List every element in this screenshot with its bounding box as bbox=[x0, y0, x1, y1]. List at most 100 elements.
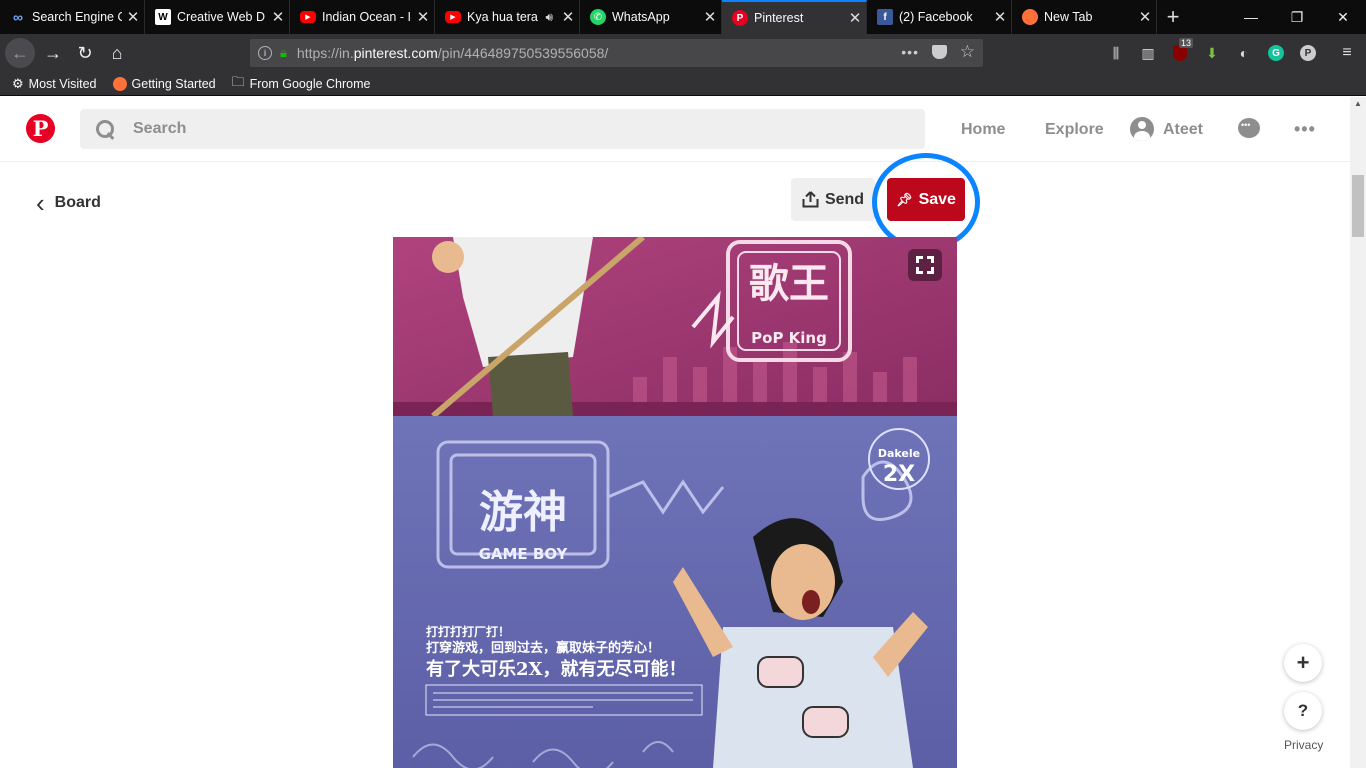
firefox-icon bbox=[1022, 9, 1038, 25]
tab-kya-hua-tera[interactable]: ▶ Kya hua tera 🔊︎ ✕ bbox=[435, 0, 580, 34]
corner bbox=[927, 256, 934, 263]
send-button[interactable]: Send bbox=[791, 178, 875, 221]
lock-icon[interactable]: 🔒︎ bbox=[280, 45, 287, 61]
corner bbox=[916, 267, 923, 274]
gear-icon: ⚙ bbox=[12, 75, 24, 91]
facebook-icon: f bbox=[877, 9, 893, 25]
new-tab-button[interactable]: + bbox=[1158, 0, 1188, 34]
chat-icon[interactable] bbox=[1238, 118, 1260, 138]
tab-new-tab[interactable]: New Tab ✕ bbox=[1012, 0, 1157, 34]
tab-pinterest[interactable]: P Pinterest ✕ bbox=[722, 0, 867, 34]
url-bar[interactable]: i 🔒︎ https://in.pinterest.com/pin/446489… bbox=[250, 39, 983, 67]
youtube-icon: ▶ bbox=[445, 11, 461, 23]
share-icon bbox=[802, 191, 819, 208]
search-input[interactable] bbox=[133, 120, 833, 138]
menu-icon[interactable]: ≡ bbox=[1337, 43, 1357, 63]
firefox-icon bbox=[112, 76, 127, 91]
bookmark-getting-started[interactable]: Getting Started bbox=[112, 76, 216, 91]
bookmark-label: Getting Started bbox=[131, 76, 216, 91]
privacy-link[interactable]: Privacy bbox=[1284, 738, 1323, 752]
close-icon[interactable]: ✕ bbox=[699, 8, 721, 26]
close-icon[interactable]: ✕ bbox=[557, 8, 579, 26]
nav-explore[interactable]: Explore bbox=[1045, 121, 1104, 139]
tab-title: WhatsApp bbox=[612, 10, 670, 24]
home-icon[interactable]: ⌂ bbox=[102, 38, 132, 68]
close-icon[interactable]: ✕ bbox=[122, 8, 144, 26]
pinterest-extension-icon[interactable]: P bbox=[1298, 43, 1318, 63]
bookmarks-toolbar: ⚙ Most Visited Getting Started 🗀︎ From G… bbox=[0, 72, 1366, 96]
search-bar[interactable] bbox=[80, 109, 925, 149]
tab-creative-web[interactable]: W Creative Web D ✕ bbox=[145, 0, 290, 34]
bookmark-from-google-chrome[interactable]: 🗀︎ From Google Chrome bbox=[232, 73, 371, 95]
reload-button[interactable]: ↻ bbox=[70, 38, 100, 68]
pinterest-icon: P bbox=[732, 10, 748, 26]
chevron-left-icon: ‹ bbox=[36, 188, 45, 218]
close-window-button[interactable]: ✕ bbox=[1320, 0, 1366, 34]
ublock-icon[interactable]: 13 bbox=[1170, 38, 1194, 63]
bookmark-label: From Google Chrome bbox=[249, 76, 371, 91]
whatsapp-icon: ✆ bbox=[590, 9, 606, 25]
pinterest-page: P Home Explore Ateet ••• ‹ Board Send 📌︎… bbox=[0, 97, 1350, 768]
sidebar-icon[interactable]: ▥ bbox=[1138, 43, 1158, 63]
image-text-top-title: 歌王 bbox=[749, 261, 829, 307]
ublock-badge: 13 bbox=[1179, 38, 1194, 48]
tab-title: Creative Web D bbox=[177, 10, 265, 24]
url-path: /pin/446489750539556058/ bbox=[437, 45, 609, 61]
add-button[interactable]: + bbox=[1284, 644, 1322, 682]
w-icon: W bbox=[155, 9, 171, 25]
pinterest-header: P Home Explore Ateet ••• bbox=[0, 97, 1350, 162]
tab-title: Indian Ocean - I bbox=[322, 10, 411, 24]
fullscreen-button[interactable] bbox=[908, 249, 942, 281]
forward-button[interactable]: → bbox=[38, 38, 68, 68]
pinterest-logo[interactable]: P bbox=[26, 114, 55, 143]
pin-image[interactable]: 歌王 PoP King 游神 GAME BOY Dakele 2X 打打打打厂打… bbox=[393, 237, 957, 768]
tab-title: New Tab bbox=[1044, 10, 1093, 24]
nav-home[interactable]: Home bbox=[961, 121, 1005, 139]
bookmark-most-visited[interactable]: ⚙ Most Visited bbox=[12, 76, 97, 92]
help-button[interactable]: ? bbox=[1284, 692, 1322, 730]
more-icon[interactable]: ••• bbox=[1294, 119, 1316, 140]
tab-whatsapp[interactable]: ✆ WhatsApp ✕ bbox=[580, 0, 722, 34]
library-icon[interactable]: ⫼ bbox=[1106, 43, 1126, 63]
navigation-toolbar: ← → ↻ ⌂ i 🔒︎ https://in.pinterest.com/pi… bbox=[0, 34, 1366, 72]
url-domain: pinterest.com bbox=[353, 45, 438, 61]
youtube-icon: ▶ bbox=[300, 11, 316, 23]
close-icon[interactable]: ✕ bbox=[989, 8, 1011, 26]
nav-user-name[interactable]: Ateet bbox=[1163, 121, 1203, 139]
bookmark-label: Most Visited bbox=[28, 76, 97, 91]
download-icon[interactable]: ⬇ bbox=[1202, 43, 1222, 63]
tab-facebook[interactable]: f (2) Facebook ✕ bbox=[867, 0, 1012, 34]
bookmark-star-icon[interactable]: ☆ bbox=[960, 42, 975, 62]
page-actions-icon[interactable]: ••• bbox=[901, 44, 919, 60]
restore-button[interactable]: ❐ bbox=[1274, 0, 1320, 34]
url-prefix: https://in. bbox=[296, 45, 354, 61]
back-button[interactable]: ← bbox=[5, 38, 35, 68]
tab-strip: ∞ Search Engine O ✕ W Creative Web D ✕ ▶… bbox=[0, 0, 1366, 34]
folder-icon: 🗀︎ bbox=[231, 73, 245, 89]
scrollbar-thumb[interactable] bbox=[1352, 175, 1364, 237]
image-text-brand-2x: 2X bbox=[883, 462, 915, 487]
search-icon bbox=[96, 120, 114, 138]
extension-icon[interactable]: ◐ bbox=[1234, 43, 1254, 63]
image-text-line1: 打打打打厂打！ bbox=[426, 624, 510, 639]
url-text[interactable]: https://in.pinterest.com/pin/44648975053… bbox=[297, 45, 608, 61]
scroll-up-icon[interactable]: ▲ bbox=[1354, 99, 1362, 108]
avatar[interactable] bbox=[1130, 117, 1154, 141]
image-text-line2: 打穿游戏，回到过去，赢取妹子的芳心！ bbox=[426, 640, 660, 656]
back-to-board-link[interactable]: ‹ Board bbox=[36, 188, 101, 218]
infinity-icon: ∞ bbox=[13, 9, 23, 25]
close-icon[interactable]: ✕ bbox=[267, 8, 289, 26]
pocket-icon[interactable] bbox=[932, 45, 947, 59]
page-scrollbar[interactable]: ▲ bbox=[1350, 97, 1366, 768]
close-icon[interactable]: ✕ bbox=[1134, 8, 1156, 26]
minimize-button[interactable]: — bbox=[1228, 0, 1274, 34]
grammarly-icon[interactable]: G bbox=[1266, 43, 1286, 63]
close-icon[interactable]: ✕ bbox=[412, 8, 434, 26]
close-icon[interactable]: ✕ bbox=[844, 9, 866, 27]
pin-artwork: 歌王 PoP King 游神 GAME BOY Dakele 2X 打打打打厂打… bbox=[393, 237, 957, 768]
tab-title: Pinterest bbox=[754, 11, 804, 25]
tab-search-engine[interactable]: ∞ Search Engine O ✕ bbox=[0, 0, 145, 34]
info-icon[interactable]: i bbox=[258, 46, 272, 60]
speaker-icon[interactable]: 🔊︎ bbox=[545, 10, 553, 25]
tab-indian-ocean[interactable]: ▶ Indian Ocean - I ✕ bbox=[290, 0, 435, 34]
